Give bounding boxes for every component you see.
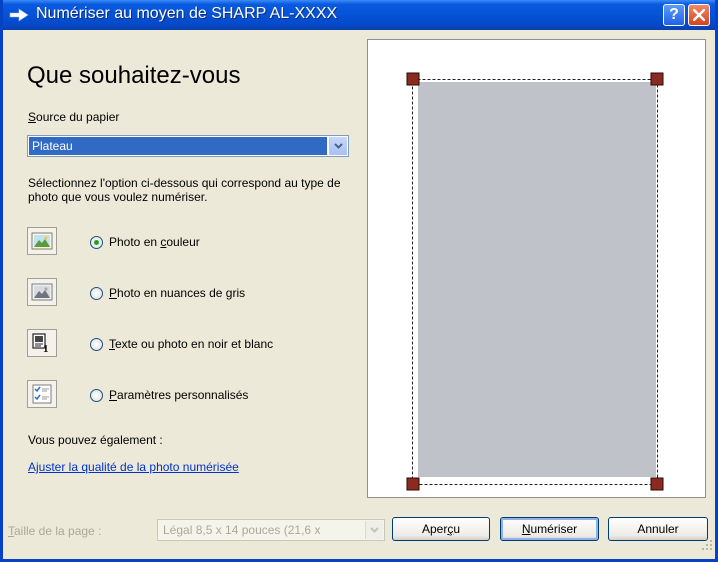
paper-source-label-text: ource du papier — [36, 110, 120, 124]
cancel-button[interactable]: Annuler — [608, 517, 708, 541]
page-size-value: Légal 8,5 x 14 pouces (21,6 x — [163, 523, 321, 537]
window-title: Numériser au moyen de SHARP AL-XXXX — [36, 5, 338, 22]
preview-canvas — [406, 72, 664, 491]
scanner-arrow-icon — [9, 8, 29, 22]
custom-settings-radio[interactable] — [90, 389, 103, 402]
close-icon — [693, 9, 705, 21]
scan-dialog: Numériser au moyen de SHARP AL-XXXX ? Qu… — [0, 0, 718, 562]
button-label-text: Aper — [421, 522, 448, 536]
resize-grip-icon[interactable] — [701, 539, 713, 551]
paper-source-mnemonic: S — [28, 110, 37, 124]
title-bar[interactable]: Numériser au moyen de SHARP AL-XXXX ? — [3, 0, 715, 30]
crop-handle-top-left[interactable] — [406, 72, 420, 86]
option-label-text: Photo en — [109, 235, 161, 249]
also-label: Vous pouvez également : — [28, 433, 163, 447]
chevron-down-icon — [370, 527, 379, 533]
help-button-label: ? — [669, 6, 679, 23]
page-size-dropdown: Légal 8,5 x 14 pouces (21,6 x — [157, 519, 385, 541]
option-label-text: exte ou photo en noir et blanc — [115, 337, 274, 351]
help-button[interactable]: ? — [663, 4, 685, 26]
grayscale-photo-icon — [27, 278, 57, 306]
preview-page — [418, 82, 656, 477]
button-label-text: umériser — [530, 522, 578, 536]
svg-text:1: 1 — [43, 343, 49, 353]
color-photo-icon — [27, 227, 57, 255]
color-photo-label[interactable]: Photo en couleur — [109, 235, 200, 249]
scan-button[interactable]: Numériser — [500, 517, 599, 541]
crop-handle-bottom-right[interactable] — [650, 477, 664, 491]
radio-selected-dot — [94, 240, 99, 245]
options-panel: Que souhaitez-vous Source du papier Plat… — [27, 62, 367, 482]
preview-button[interactable]: Aperçu — [392, 517, 490, 541]
grayscale-photo-radio[interactable] — [90, 287, 103, 300]
paper-source-dropdown[interactable]: Plateau — [27, 135, 349, 157]
option-label-mnemonic: P — [109, 388, 118, 402]
instructions-text: Sélectionnez l'option ci-dessous qui cor… — [28, 176, 341, 204]
page-size-label: Taille de la page : — [8, 524, 101, 538]
close-button[interactable] — [688, 4, 710, 26]
option-label-text: ouleur — [166, 235, 200, 249]
black-white-radio[interactable] — [90, 338, 103, 351]
option-label-text: hoto en nuances de gris — [117, 286, 246, 300]
adjust-quality-link[interactable]: Ajuster la qualité de la photo numérisée — [28, 460, 239, 474]
page-title: Que souhaitez-vous — [27, 62, 241, 89]
chevron-down-icon — [334, 143, 343, 149]
custom-settings-icon — [27, 380, 57, 408]
paper-source-selected: Plateau — [29, 137, 327, 155]
grayscale-photo-label[interactable]: Photo en nuances de gris — [109, 286, 245, 300]
black-white-text-icon: 1 — [27, 329, 57, 357]
bottom-toolbar: Taille de la page : Légal 8,5 x 14 pouce… — [3, 513, 715, 553]
button-label-text: u — [453, 522, 461, 536]
option-label-mnemonic: P — [109, 286, 118, 300]
paper-source-label: Source du papier — [28, 110, 119, 124]
scan-preview-area[interactable] — [367, 39, 706, 498]
color-photo-radio[interactable] — [90, 236, 103, 249]
option-label-text: aramètres personnalisés — [117, 388, 249, 402]
crop-handle-bottom-left[interactable] — [406, 477, 420, 491]
crop-handle-top-right[interactable] — [650, 72, 664, 86]
custom-settings-label[interactable]: Paramètres personnalisés — [109, 388, 248, 402]
paper-source-dropdown-button[interactable] — [329, 137, 347, 155]
page-size-dropdown-button — [365, 521, 383, 539]
black-white-label[interactable]: Texte ou photo en noir et blanc — [109, 337, 273, 351]
page-size-label-text: aille de la page : — [14, 524, 102, 538]
